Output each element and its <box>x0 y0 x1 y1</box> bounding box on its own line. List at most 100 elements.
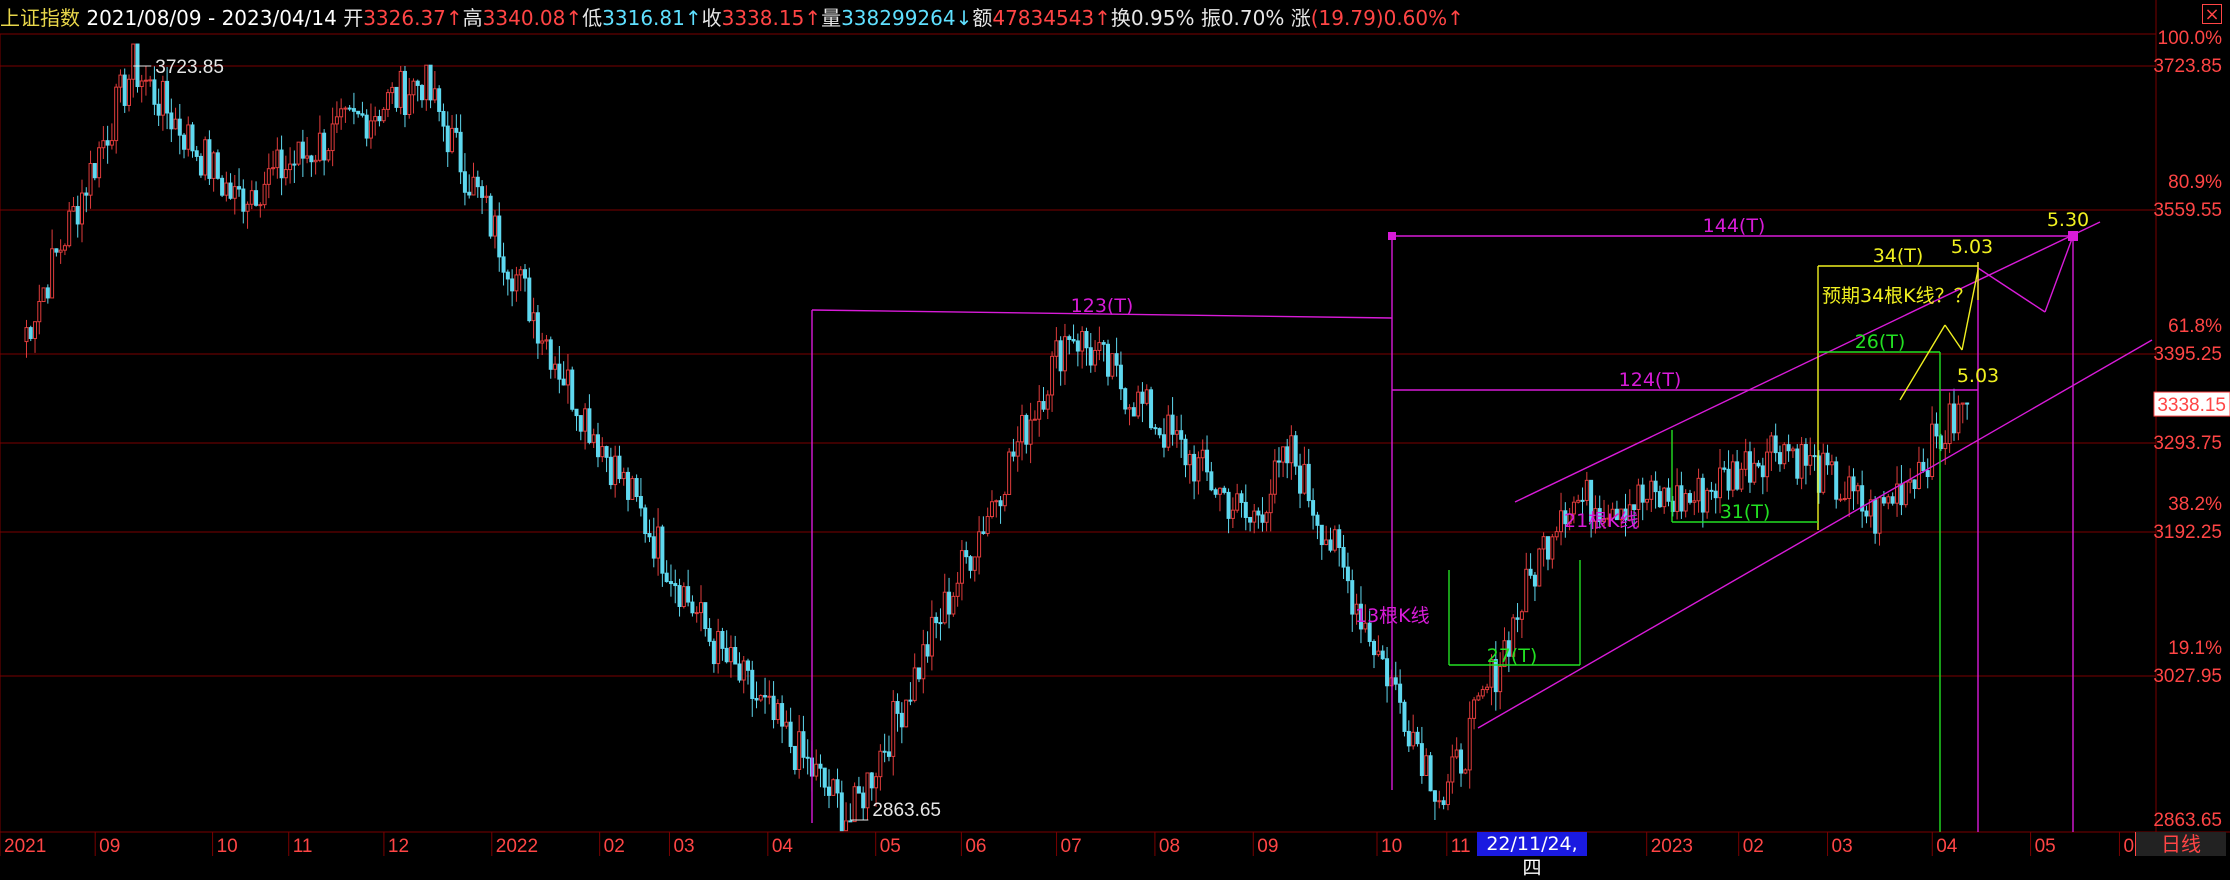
candle-body <box>1080 331 1085 352</box>
candle-body <box>861 792 866 809</box>
candle-body <box>1332 529 1337 551</box>
candle-body <box>540 340 545 344</box>
candle-body <box>797 731 802 770</box>
fib-percent-label: 100.0% <box>2158 28 2223 49</box>
candle-body <box>578 415 583 432</box>
candle-body <box>1463 769 1468 774</box>
candle-body <box>1960 402 1965 405</box>
candle-body <box>1930 423 1935 478</box>
candle-body <box>1350 580 1355 615</box>
candle-body <box>595 434 600 458</box>
chart-canvas[interactable]: 100.0% 80.9% 61.8% 38.2% 19.1% 3723.85 3559.55… <box>0 0 2230 856</box>
candle-body <box>1472 699 1477 719</box>
candle-body <box>634 478 639 498</box>
candle-body <box>626 471 631 500</box>
candle-body <box>1131 407 1136 417</box>
candle-body <box>904 699 909 728</box>
label-21-bars: 21根K线 <box>1564 510 1639 532</box>
fib-percent-label: 38.2% <box>2168 494 2222 515</box>
span-123-label: 123(T) <box>1071 295 1134 317</box>
candle-body <box>45 287 50 299</box>
candle-body <box>1235 493 1240 511</box>
candle-body <box>1268 493 1273 514</box>
candle-body <box>1045 394 1050 410</box>
span-144-label: 144(T) <box>1703 215 1766 237</box>
candle-body <box>254 190 259 206</box>
candle-body <box>1532 574 1537 587</box>
candle-body <box>1050 355 1055 396</box>
candle-body <box>895 701 900 714</box>
candle-body <box>1054 340 1059 357</box>
candle-body <box>758 695 763 701</box>
candle-body <box>71 206 76 212</box>
candle-body <box>1213 489 1218 495</box>
candle-body <box>818 763 823 769</box>
candle-body <box>177 118 182 136</box>
time-tick-label: 02 <box>1743 836 1764 856</box>
time-tick-label: 08 <box>1159 836 1180 856</box>
candle-body <box>1765 451 1770 478</box>
candle-body <box>985 516 990 534</box>
candle-body <box>737 663 742 681</box>
candle-body <box>364 114 369 139</box>
candle-body <box>1067 336 1072 340</box>
span-27-label: 27(T) <box>1487 645 1538 667</box>
candle-body <box>1402 701 1407 732</box>
candle-body <box>1825 452 1830 466</box>
low-annotation: 2863.65 <box>872 800 941 821</box>
candle-body <box>959 550 964 584</box>
candle-body <box>1649 480 1654 500</box>
price-tick-label: 3395.25 <box>2153 344 2222 365</box>
lower-channel-line <box>1477 339 2153 729</box>
candle-body <box>1739 468 1744 490</box>
candle-body <box>1632 504 1637 511</box>
candle-body <box>377 116 382 122</box>
candle-body <box>334 116 339 125</box>
candle-body <box>122 74 127 106</box>
candle-body <box>1419 743 1424 776</box>
candle-body <box>1136 391 1141 417</box>
candle-body <box>1773 435 1778 454</box>
candle-body <box>792 745 797 770</box>
candle-body <box>165 80 170 114</box>
candle-body <box>1842 498 1847 501</box>
candle-body <box>1877 497 1882 534</box>
candlestick-chart[interactable]: 上证指数 2021/08/09 - 2023/04/14 开3326.37↑高3… <box>0 0 2230 879</box>
candle-body <box>869 772 874 789</box>
candle-body <box>1782 444 1787 465</box>
candle-body <box>681 586 686 607</box>
candle-body <box>1903 481 1908 506</box>
candle-body <box>105 140 110 146</box>
candle-body <box>118 74 123 88</box>
candle-body <box>419 84 424 101</box>
candle-body <box>211 152 216 179</box>
candle-body <box>651 536 656 559</box>
candle-body <box>865 772 870 809</box>
candle-body <box>173 118 178 130</box>
period-tab-daily[interactable]: 日线 <box>2135 832 2226 856</box>
candle-body <box>432 88 437 101</box>
candle-body <box>1657 491 1662 508</box>
time-tick-label: 03 <box>1832 836 1853 856</box>
candle-body <box>505 271 510 280</box>
candle-body <box>998 500 1003 507</box>
candle-body <box>220 177 225 196</box>
candle-body <box>677 585 682 607</box>
crosshair-date-label: 22/11/24,四 <box>1477 832 1587 879</box>
candle-body <box>62 245 67 251</box>
candle-body <box>54 248 59 253</box>
candle-body <box>471 176 476 196</box>
candle-body <box>574 408 579 417</box>
candle-body <box>1450 756 1455 783</box>
candle-body <box>322 132 327 161</box>
candle-body <box>1319 524 1324 546</box>
candle-body <box>972 556 977 571</box>
candle-body <box>1209 471 1214 491</box>
candle-body <box>1705 489 1710 513</box>
candle-body <box>1302 463 1307 494</box>
fib-percent-label: 19.1% <box>2168 638 2222 659</box>
candle-body <box>1293 435 1298 467</box>
candle-body <box>724 647 729 663</box>
candle-body <box>1687 493 1692 503</box>
candle-body <box>437 88 442 112</box>
